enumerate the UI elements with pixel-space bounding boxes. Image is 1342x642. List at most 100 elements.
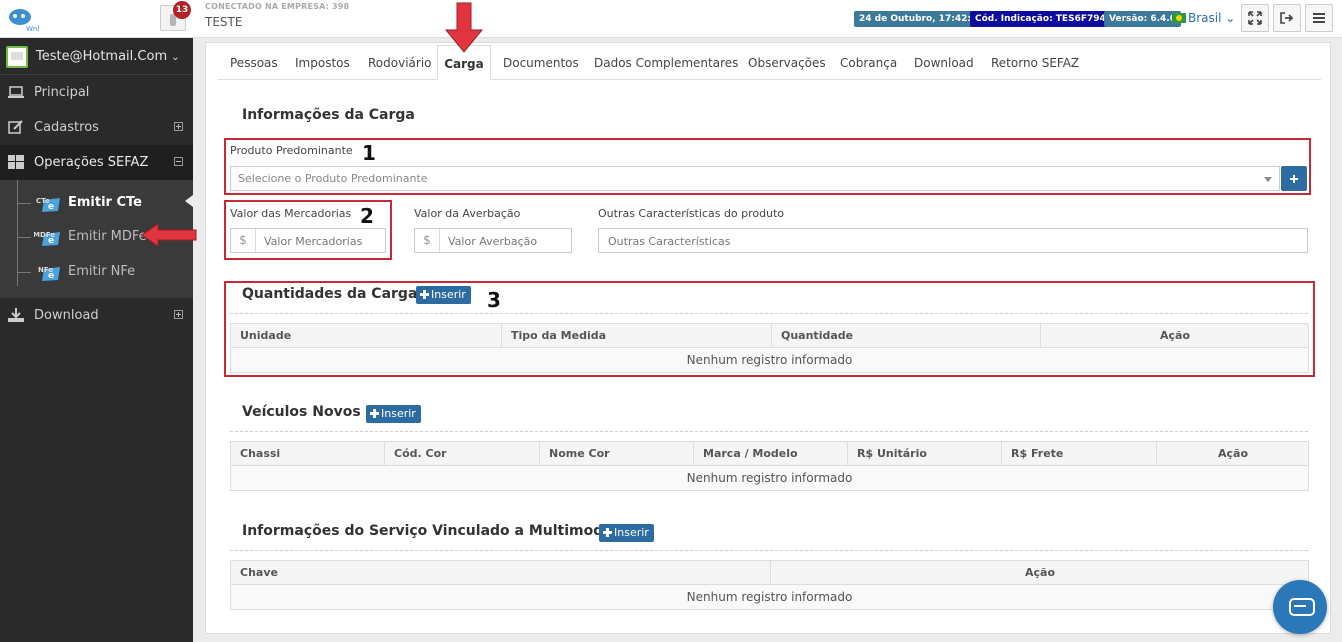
tab-observacoes[interactable]: Observações bbox=[748, 45, 826, 80]
insert-label: Inserir bbox=[614, 526, 649, 539]
valor-averbacao-label: Valor da Averbação bbox=[414, 207, 521, 220]
company-name: TESTE bbox=[205, 15, 243, 29]
sidebar-item-label: Operações SEFAZ bbox=[34, 155, 149, 170]
annotation-number-3: 3 bbox=[487, 288, 501, 312]
valor-averbacao-placeholder: Valor Averbação bbox=[448, 235, 538, 248]
sidebar-item-label: Principal bbox=[34, 85, 90, 100]
expand-plus-icon bbox=[174, 310, 183, 319]
cte-document-icon: CTee bbox=[36, 197, 60, 212]
top-bar: Wnl 13 CONECTADO NA EMPRESA: 398 TESTE 2… bbox=[0, 0, 1342, 38]
logout-button[interactable] bbox=[1273, 4, 1301, 32]
user-email: Teste@Hotmail.Com bbox=[36, 49, 168, 64]
tab-rodoviario[interactable]: Rodoviário bbox=[368, 45, 432, 80]
sidebar-item-label: Emitir NFe bbox=[68, 264, 136, 279]
chat-support-button[interactable] bbox=[1273, 580, 1327, 634]
svg-text:e: e bbox=[48, 271, 54, 281]
outras-caracteristicas-placeholder: Outras Características bbox=[608, 235, 731, 248]
empty-table-message: Nenhum registro informado bbox=[231, 466, 1308, 490]
sidebar-item-principal[interactable]: Principal bbox=[0, 75, 193, 110]
multimodal-table: Chave Ação Nenhum registro informado bbox=[230, 560, 1309, 610]
cloud-logo-icon: Wnl bbox=[9, 9, 39, 33]
edit-icon bbox=[8, 120, 23, 134]
expand-plus-icon bbox=[174, 122, 183, 131]
language-label: Brasil bbox=[1188, 11, 1222, 25]
insert-veiculo-button[interactable]: Inserir bbox=[366, 405, 421, 423]
tab-documentos[interactable]: Documentos bbox=[503, 45, 579, 80]
sidebar-item-cadastros[interactable]: Cadastros bbox=[0, 110, 193, 145]
language-selector[interactable]: Brasil ⌄ bbox=[1172, 11, 1235, 25]
sidebar-item-emitir-nfe[interactable]: NFe e Emitir NFe bbox=[0, 255, 193, 289]
tab-impostos[interactable]: Impostos bbox=[295, 45, 350, 80]
notifications-button[interactable]: 13 bbox=[160, 1, 191, 31]
annotation-box-1 bbox=[224, 138, 1311, 195]
collapse-minus-icon bbox=[174, 157, 183, 166]
tab-pessoas[interactable]: Pessoas bbox=[230, 45, 278, 80]
windows-icon bbox=[8, 155, 24, 169]
svg-text:Wnl: Wnl bbox=[26, 25, 39, 33]
version-badge: Versão: 6.4.0 bbox=[1104, 11, 1181, 27]
fullscreen-button[interactable] bbox=[1241, 4, 1269, 32]
column-header[interactable]: Chave bbox=[231, 561, 771, 585]
svg-text:e: e bbox=[48, 236, 54, 246]
tree-branch bbox=[17, 237, 31, 238]
sidebar: Teste@Hotmail.Com ⌄ Principal Cadastros … bbox=[0, 38, 193, 642]
red-arrow-down-icon bbox=[444, 2, 484, 53]
column-header[interactable]: R$ Unitário bbox=[848, 442, 1002, 466]
sign-out-icon bbox=[1280, 12, 1294, 24]
tree-branch bbox=[17, 272, 31, 273]
annotation-number-1: 1 bbox=[362, 141, 376, 165]
active-item-caret-icon bbox=[185, 195, 193, 207]
veiculos-table: Chassi Cód. Cor Nome Cor Marca / Modelo … bbox=[230, 441, 1309, 491]
brazil-flag-icon bbox=[1172, 13, 1186, 23]
laptop-icon bbox=[8, 86, 24, 98]
nfe-document-icon: NFee bbox=[38, 266, 60, 281]
currency-dollar-icon: $ bbox=[415, 229, 440, 252]
tab-retorno-sefaz[interactable]: Retorno SEFAZ bbox=[991, 45, 1079, 80]
download-icon bbox=[8, 308, 24, 322]
column-header[interactable]: R$ Frete bbox=[1002, 442, 1157, 466]
outras-caracteristicas-label: Outras Características do produto bbox=[598, 207, 785, 220]
sidebar-item-label: Cadastros bbox=[34, 120, 99, 135]
sidebar-item-download[interactable]: Download bbox=[0, 298, 193, 333]
tab-download[interactable]: Download bbox=[914, 45, 974, 80]
section-divider bbox=[230, 431, 1308, 432]
sidebar-item-label: Emitir CTe bbox=[68, 195, 142, 210]
sidebar-item-label: Download bbox=[34, 308, 99, 323]
tab-bar: Pessoas Impostos Rodoviário Carga Docume… bbox=[218, 45, 1321, 80]
column-header[interactable]: Cód. Cor bbox=[385, 442, 540, 466]
column-header: Ação bbox=[1024, 566, 1055, 579]
outras-caracteristicas-input[interactable]: Outras Características bbox=[598, 228, 1308, 253]
svg-text:e: e bbox=[48, 202, 54, 212]
sidebar-item-operacoes-sefaz[interactable]: Operações SEFAZ bbox=[0, 145, 193, 180]
valor-averbacao-input[interactable]: $ Valor Averbação bbox=[414, 228, 572, 253]
column-header[interactable]: Marca / Modelo bbox=[694, 442, 848, 466]
menu-button[interactable] bbox=[1305, 4, 1333, 32]
indication-code-badge: Cód. Indicação: TES6F7943 bbox=[970, 11, 1118, 27]
chevron-down-icon: ⌄ bbox=[171, 52, 180, 63]
chevron-down-icon: ⌄ bbox=[1225, 11, 1236, 25]
tree-branch bbox=[17, 203, 31, 204]
table-header: Chave Ação bbox=[231, 561, 1308, 585]
annotation-box-3 bbox=[224, 281, 1315, 377]
cargo-section-title: Informações da Carga bbox=[242, 107, 415, 123]
column-header[interactable]: Chassi bbox=[231, 442, 385, 466]
annotation-number-2: 2 bbox=[360, 204, 374, 228]
column-header: Ação bbox=[1217, 447, 1248, 460]
notification-count-badge: 13 bbox=[173, 1, 191, 19]
expand-icon bbox=[1248, 11, 1262, 25]
hamburger-icon bbox=[1313, 13, 1325, 23]
sidebar-item-label: Emitir MDFe bbox=[68, 229, 147, 244]
mdfe-document-icon: MDFee bbox=[34, 231, 60, 246]
plus-icon bbox=[603, 528, 612, 537]
multimodal-section-title: Informações do Serviço Vinculado a Multi… bbox=[242, 523, 618, 539]
plus-icon bbox=[370, 409, 379, 418]
date-badge: 24 de Outubro, 17:42:48 bbox=[854, 11, 989, 27]
tab-dados-complementares[interactable]: Dados Complementares bbox=[594, 45, 738, 80]
user-menu[interactable]: Teste@Hotmail.Com ⌄ bbox=[0, 38, 193, 75]
tab-cobranca[interactable]: Cobrança bbox=[840, 45, 897, 80]
column-header[interactable]: Nome Cor bbox=[540, 442, 694, 466]
insert-multimodal-button[interactable]: Inserir bbox=[599, 524, 654, 542]
sidebar-item-emitir-cte[interactable]: CTe e Emitir CTe bbox=[0, 186, 193, 220]
section-divider bbox=[230, 550, 1308, 551]
red-arrow-left-icon bbox=[141, 223, 197, 247]
